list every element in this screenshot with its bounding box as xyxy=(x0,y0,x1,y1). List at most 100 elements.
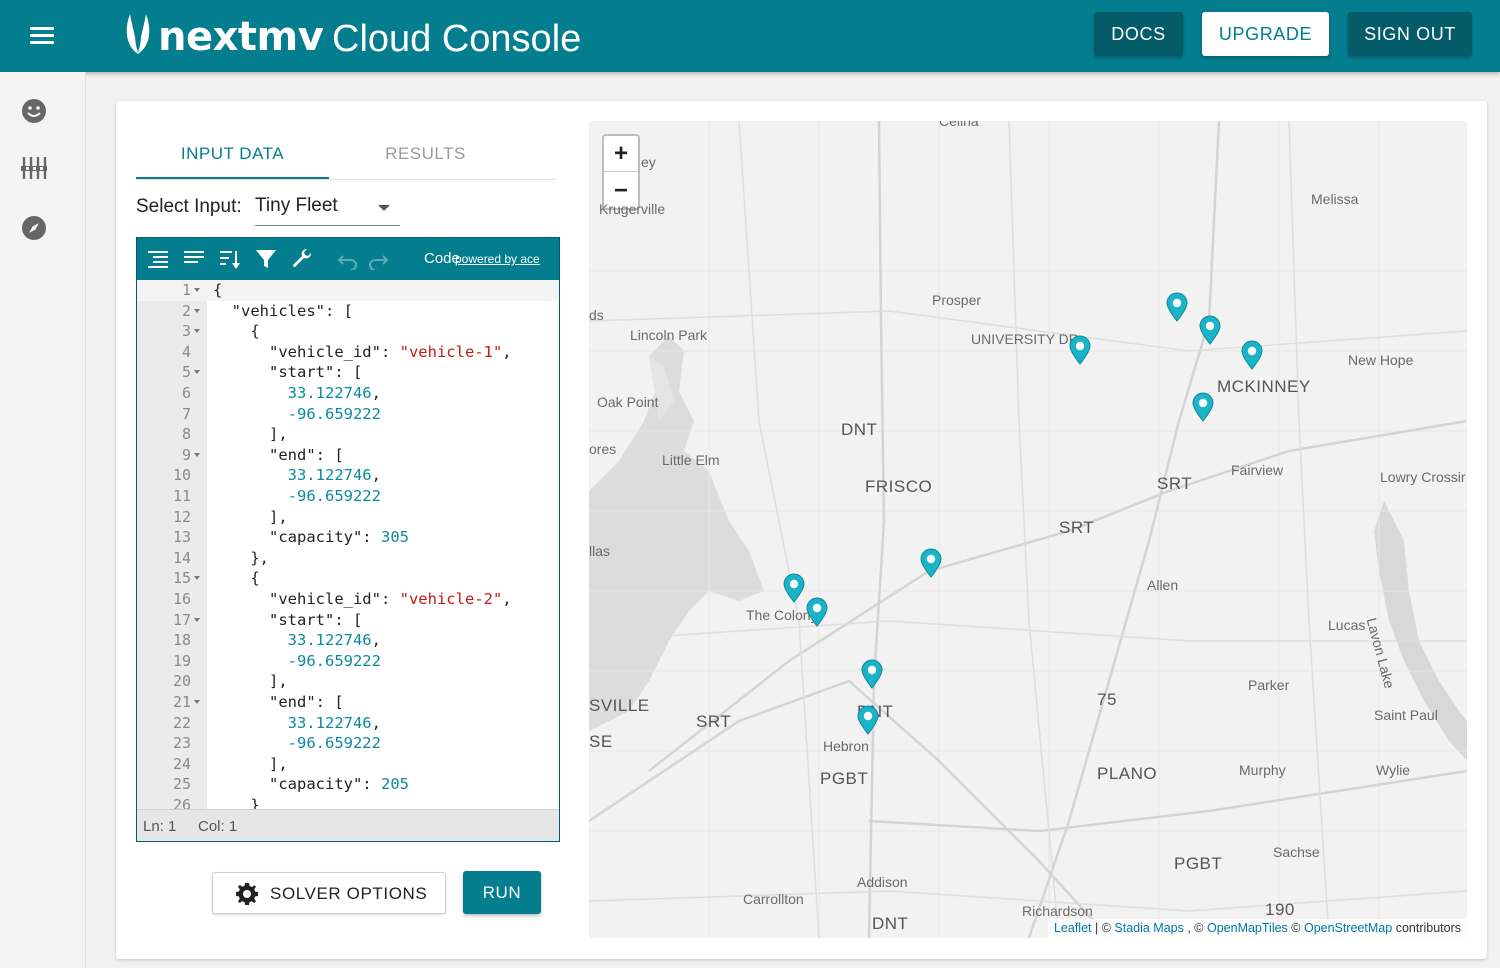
tab-input-data[interactable]: INPUT DATA xyxy=(136,130,329,179)
upgrade-button[interactable]: UPGRADE xyxy=(1202,12,1329,56)
docs-button[interactable]: DOCS xyxy=(1094,12,1183,56)
line-number: 8 xyxy=(181,425,191,444)
line-number: 4 xyxy=(181,342,191,361)
map-label: Melissa xyxy=(1311,191,1359,207)
editor-line[interactable]: 22 33.122746, xyxy=(137,713,559,734)
editor-line[interactable]: 23 -96.659222 xyxy=(137,733,559,754)
fold-toggle-icon[interactable] xyxy=(194,700,200,704)
fold-toggle-icon[interactable] xyxy=(194,617,200,622)
fold-toggle-icon[interactable] xyxy=(194,452,200,457)
code-text: "start": [ xyxy=(213,362,362,383)
editor-toolbar: Code powered by ace xyxy=(137,238,559,280)
line-number: 12 xyxy=(172,507,191,526)
editor-line[interactable]: 16 "vehicle_id": "vehicle-2", xyxy=(137,589,559,610)
editor-line[interactable]: 13 "capacity": 305 xyxy=(137,527,559,548)
editor-line[interactable]: 1{ xyxy=(137,280,559,301)
openstreetmap-link[interactable]: OpenStreetMap xyxy=(1304,921,1392,935)
editor-line[interactable]: 24 ], xyxy=(137,754,559,775)
run-button[interactable]: RUN xyxy=(463,871,541,914)
editor-line[interactable]: 9 "end": [ xyxy=(137,445,559,466)
editor-line[interactable]: 4 "vehicle_id": "vehicle-1", xyxy=(137,342,559,363)
editor-status-bar: Ln: 1 Col: 1 xyxy=(137,809,559,841)
line-number: 15 xyxy=(172,569,191,588)
editor-line[interactable]: 3 { xyxy=(137,321,559,342)
tab-results[interactable]: RESULTS xyxy=(329,130,522,178)
leaflet-link[interactable]: Leaflet xyxy=(1054,921,1092,935)
editor-line[interactable]: 17 "start": [ xyxy=(137,610,559,631)
code-text: ], xyxy=(213,671,288,692)
editor-line[interactable]: 19 -96.659222 xyxy=(137,651,559,672)
editor-line[interactable]: 21 "end": [ xyxy=(137,692,559,713)
editor-line[interactable]: 6 33.122746, xyxy=(137,383,559,404)
map-pin-icon[interactable] xyxy=(1069,335,1091,365)
format-icon[interactable] xyxy=(147,248,169,270)
map-pin-icon[interactable] xyxy=(1199,315,1221,345)
sign-out-button[interactable]: SIGN OUT xyxy=(1348,12,1472,56)
fold-toggle-icon[interactable] xyxy=(194,308,200,313)
map-pin-icon[interactable] xyxy=(857,705,879,735)
map-pin-icon[interactable] xyxy=(1241,340,1263,370)
code-token: , xyxy=(502,590,512,608)
solver-options-label: SOLVER OPTIONS xyxy=(270,884,428,903)
json-editor[interactable]: Code powered by ace 1{2 "vehicles": [3 {… xyxy=(136,237,560,842)
menu-icon[interactable] xyxy=(30,24,56,46)
number-token: 33.122746 xyxy=(287,466,372,485)
editor-line[interactable]: 5 "start": [ xyxy=(137,362,559,383)
map-label: DNT xyxy=(872,914,909,933)
map-pin-icon[interactable] xyxy=(920,548,942,578)
editor-content[interactable]: 1{2 "vehicles": [3 {4 "vehicle_id": "veh… xyxy=(137,280,559,809)
fold-toggle-icon[interactable] xyxy=(194,370,200,375)
line-number: 26 xyxy=(172,796,191,809)
fold-toggle-icon[interactable] xyxy=(194,288,200,292)
stadia-maps-link[interactable]: Stadia Maps xyxy=(1114,921,1183,935)
map-label: Fairview xyxy=(1231,462,1284,478)
map-label: Murphy xyxy=(1239,762,1286,778)
code-token: , xyxy=(371,384,381,402)
map-pin-icon[interactable] xyxy=(1166,292,1188,322)
fold-toggle-icon[interactable] xyxy=(194,329,200,334)
line-number: 18 xyxy=(172,631,191,650)
compact-icon[interactable] xyxy=(183,248,205,270)
map-label: PGBT xyxy=(1174,854,1223,873)
openmaptiles-link[interactable]: OpenMapTiles xyxy=(1207,921,1288,935)
map-pin-icon[interactable] xyxy=(1192,392,1214,422)
redo-icon[interactable] xyxy=(367,248,389,270)
map-pin-icon[interactable] xyxy=(783,573,805,603)
editor-line[interactable]: 11 -96.659222 xyxy=(137,486,559,507)
line-number: 14 xyxy=(172,548,191,567)
wrench-icon[interactable] xyxy=(291,248,313,270)
editor-line[interactable]: 2 "vehicles": [ xyxy=(137,301,559,322)
editor-line[interactable]: 14 }, xyxy=(137,548,559,569)
editor-line[interactable]: 7 -96.659222 xyxy=(137,404,559,425)
editor-line[interactable]: 26 } xyxy=(137,795,559,809)
select-input-dropdown[interactable]: Tiny Fleet xyxy=(255,192,400,226)
editor-line[interactable]: 15 { xyxy=(137,568,559,589)
editor-line[interactable]: 8 ], xyxy=(137,424,559,445)
map-view[interactable]: + − Celina Krugerville Melissa Prosper U… xyxy=(589,121,1467,938)
powered-by-ace-link[interactable]: powered by ace xyxy=(455,252,540,266)
code-text: 33.122746, xyxy=(213,713,381,734)
map-label: SRT xyxy=(696,712,732,731)
filter-icon[interactable] xyxy=(255,248,277,270)
map-pin-icon[interactable] xyxy=(861,659,883,689)
editor-line[interactable]: 25 "capacity": 205 xyxy=(137,774,559,795)
gear-icon xyxy=(236,883,258,905)
map-pin-icon[interactable] xyxy=(806,597,828,627)
sliders-icon[interactable] xyxy=(20,154,48,182)
sort-icon[interactable] xyxy=(219,248,241,270)
line-number: 24 xyxy=(172,754,191,773)
compass-icon[interactable] xyxy=(20,214,48,242)
line-number: 6 xyxy=(181,384,191,402)
map-label: Krugerville xyxy=(599,201,666,217)
editor-line[interactable]: 20 ], xyxy=(137,671,559,692)
editor-line[interactable]: 18 33.122746, xyxy=(137,630,559,651)
editor-line[interactable]: 10 33.122746, xyxy=(137,465,559,486)
map-label: SRT xyxy=(1059,518,1095,537)
editor-line[interactable]: 12 ], xyxy=(137,507,559,528)
zoom-in-button[interactable]: + xyxy=(604,136,638,172)
solver-options-button[interactable]: SOLVER OPTIONS xyxy=(212,872,446,914)
fold-toggle-icon[interactable] xyxy=(194,576,200,581)
code-token: , xyxy=(502,342,512,361)
face-icon[interactable] xyxy=(20,97,48,125)
undo-icon[interactable] xyxy=(337,248,359,270)
